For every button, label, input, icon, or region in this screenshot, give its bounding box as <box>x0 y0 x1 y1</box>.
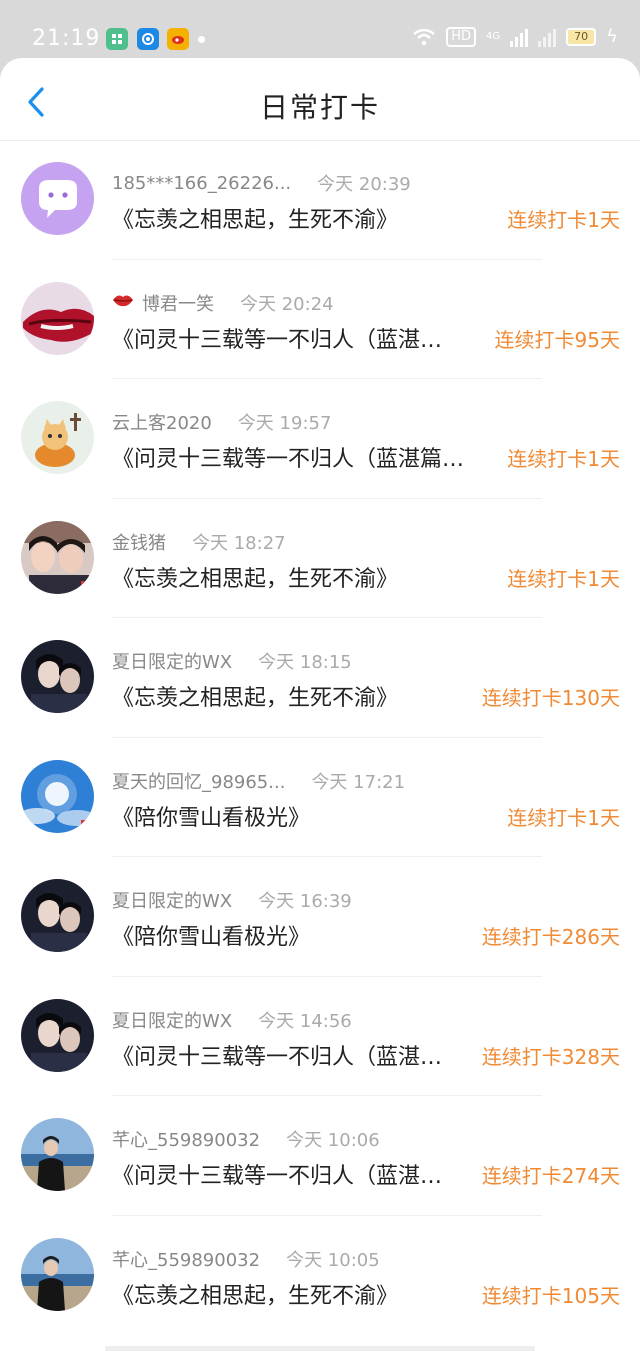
charging-icon: ϟ <box>606 26 618 47</box>
checkin-title[interactable]: 《问灵十三载等一不归人（蓝湛… <box>112 1158 442 1190</box>
streak-label: 连续打卡274天 <box>481 1164 620 1188</box>
checkin-time: 今天 10:05 <box>286 1249 380 1271</box>
checkin-time: 今天 10:06 <box>286 1130 380 1151</box>
streak-label: 连续打卡130天 <box>481 686 620 710</box>
item-meta: 芊心_559890032 今天 10:06 <box>112 1126 380 1152</box>
checkin-title[interactable]: 《忘羡之相思起，生死不渝》 <box>112 1278 398 1310</box>
checkin-time: 今天 20:24 <box>240 293 334 315</box>
checkin-title[interactable]: 《陪你雪山看极光》 <box>112 800 310 832</box>
streak-label: 连续打卡286天 <box>481 925 620 949</box>
checkin-title[interactable]: 《忘羡之相思起，生死不渝》 <box>112 561 398 593</box>
user-name[interactable]: 芊心_559890032 <box>112 1246 260 1272</box>
streak-label: 连续打卡1天 <box>507 447 620 471</box>
seaside-person-avatar[interactable] <box>21 1237 94 1311</box>
app-header: 日常打卡 <box>0 58 640 140</box>
user-name[interactable]: 夏天的回忆_98965... <box>112 768 285 794</box>
status-indicators: HD 4G 70 ϟ <box>412 26 618 47</box>
user-name[interactable]: 夏日限定的WX <box>112 887 232 913</box>
item-meta: 夏天的回忆_98965... 今天 17:21 <box>112 768 405 794</box>
checkin-time: 今天 19:57 <box>237 413 332 434</box>
next-item-peek <box>105 1346 535 1351</box>
list-item[interactable]: 夏日限定的WX 今天 14:56 《问灵十三载等一不归人（蓝湛… 连续打卡328… <box>0 977 640 1096</box>
list-item[interactable]: 夏日限定的WX 今天 16:39 《陪你雪山看极光》 连续打卡286天 <box>0 857 640 977</box>
sky-sun-avatar[interactable] <box>21 759 94 833</box>
checkin-time: 今天 14:56 <box>258 1010 352 1032</box>
user-name[interactable]: 夏日限定的WX <box>112 648 232 674</box>
streak-label: 连续打卡1天 <box>507 208 620 232</box>
streak-label: 连续打卡1天 <box>507 805 620 830</box>
checkin-time: 今天 16:39 <box>258 891 352 912</box>
user-name[interactable]: 芊心_559890032 <box>112 1126 260 1152</box>
status-time: 21:19 <box>32 26 101 51</box>
chat-bubble-avatar[interactable] <box>21 162 94 235</box>
user-name[interactable]: 夏日限定的WX <box>112 1007 232 1033</box>
checkin-title[interactable]: 《忘羡之相思起，生死不渝》 <box>112 202 398 234</box>
user-name[interactable]: 云上客2020 <box>112 409 212 435</box>
user-name[interactable]: 博君一笑 <box>142 290 214 316</box>
list-item[interactable]: 185***166_26226... 今天 20:39 《忘羡之相思起，生死不渝… <box>0 140 640 260</box>
checkin-title[interactable]: 《问灵十三载等一不归人（蓝湛… <box>112 1039 442 1071</box>
user-name[interactable]: 金钱猪 <box>112 529 166 555</box>
checkin-time: 今天 20:39 <box>317 174 411 195</box>
more-notifications-dot <box>198 36 205 43</box>
user-name[interactable]: 185***166_26226... <box>112 173 291 194</box>
item-meta: 芊心_559890032 今天 10:05 <box>112 1246 380 1272</box>
list-item[interactable]: 夏天的回忆_98965... 今天 17:21 《陪你雪山看极光》 连续打卡1天 <box>0 738 640 857</box>
dark-portrait-avatar[interactable] <box>21 640 94 713</box>
dark-portrait-avatar[interactable] <box>21 879 94 952</box>
checkin-list: 185***166_26226... 今天 20:39 《忘羡之相思起，生死不渝… <box>0 140 640 1335</box>
cat-pumpkin-avatar[interactable] <box>21 401 94 474</box>
item-meta: 夏日限定的WX 今天 18:15 <box>112 648 352 674</box>
lips-icon <box>112 292 134 313</box>
weibo-notification-icon <box>167 28 189 50</box>
seaside-person-avatar[interactable] <box>21 1118 94 1191</box>
lips-avatar[interactable] <box>21 281 94 355</box>
wifi-icon <box>413 28 435 45</box>
checkin-time: 今天 18:15 <box>258 652 352 673</box>
signal-secondary-icon <box>538 27 557 47</box>
item-meta: 博君一笑 今天 20:24 <box>112 290 334 316</box>
item-meta: 夏日限定的WX 今天 16:39 <box>112 887 352 913</box>
hd-indicator: HD <box>446 26 476 47</box>
item-meta: 云上客2020 今天 19:57 <box>112 409 331 435</box>
streak-label: 连续打卡95天 <box>494 327 620 352</box>
streak-label: 连续打卡1天 <box>507 566 620 591</box>
checkin-title[interactable]: 《陪你雪山看极光》 <box>112 919 310 951</box>
battery-icon: 70 <box>566 27 597 46</box>
item-meta: 金钱猪 今天 18:27 <box>112 529 286 555</box>
list-item[interactable]: 夏日限定的WX 今天 18:15 《忘羡之相思起，生死不渝》 连续打卡130天 <box>0 618 640 738</box>
two-people-avatar[interactable] <box>21 520 94 594</box>
dark-portrait-avatar[interactable] <box>21 998 94 1072</box>
item-meta: 185***166_26226... 今天 20:39 <box>112 170 411 196</box>
list-item[interactable]: 博君一笑 今天 20:24 《问灵十三载等一不归人（蓝湛… 连续打卡95天 <box>0 260 640 379</box>
list-item[interactable]: 芊心_559890032 今天 10:05 《忘羡之相思起，生死不渝》 连续打卡… <box>0 1216 640 1336</box>
checkin-time: 今天 18:27 <box>192 532 286 554</box>
checkin-time: 今天 17:21 <box>311 771 406 793</box>
list-item[interactable]: 云上客2020 今天 19:57 《问灵十三载等一不归人（蓝湛篇… 连续打卡1天 <box>0 379 640 499</box>
checkin-title[interactable]: 《问灵十三载等一不归人（蓝湛… <box>112 322 442 354</box>
network-label: 4G <box>486 31 501 42</box>
list-item[interactable]: 金钱猪 今天 18:27 《忘羡之相思起，生死不渝》 连续打卡1天 <box>0 499 640 618</box>
app-notification-icon <box>106 28 128 50</box>
item-meta: 夏日限定的WX 今天 14:56 <box>112 1007 352 1033</box>
streak-label: 连续打卡328天 <box>481 1044 620 1069</box>
streak-label: 连续打卡105天 <box>481 1283 620 1308</box>
browser-notification-icon <box>137 28 159 50</box>
checkin-title[interactable]: 《忘羡之相思起，生死不渝》 <box>112 680 398 712</box>
page-title: 日常打卡 <box>259 91 380 124</box>
signal-icon <box>510 27 529 47</box>
checkin-title[interactable]: 《问灵十三载等一不归人（蓝湛篇… <box>112 441 464 473</box>
list-item[interactable]: 芊心_559890032 今天 10:06 《问灵十三载等一不归人（蓝湛… 连续… <box>0 1096 640 1216</box>
